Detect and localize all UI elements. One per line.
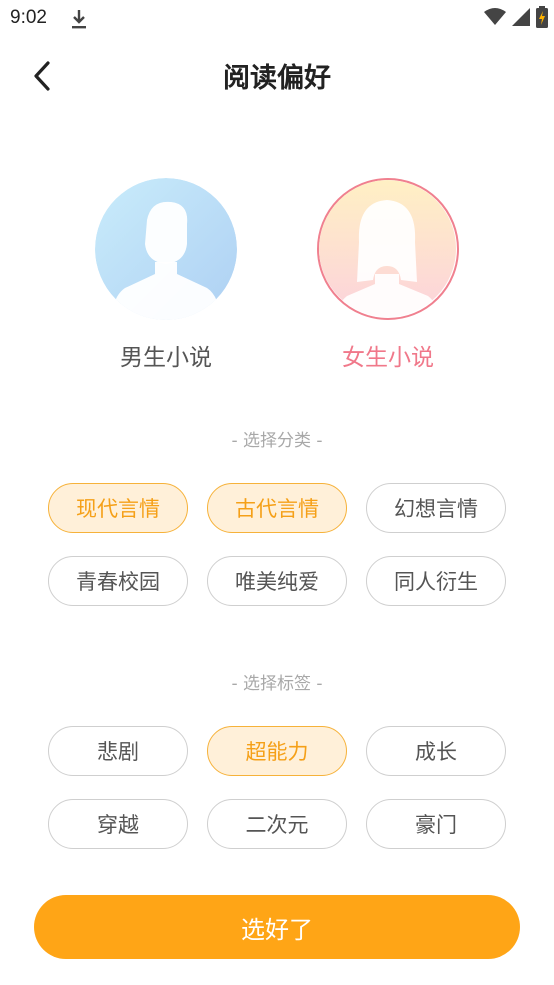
header: 阅读偏好 bbox=[0, 44, 554, 108]
page-title: 阅读偏好 bbox=[223, 63, 331, 94]
category-chip[interactable]: 幻想言情 bbox=[366, 483, 506, 533]
female-silhouette-icon bbox=[319, 180, 456, 317]
category-chip[interactable]: 现代言情 bbox=[48, 483, 188, 533]
download-icon bbox=[70, 8, 88, 30]
battery-icon bbox=[536, 6, 548, 32]
tag-chip[interactable]: 超能力 bbox=[207, 726, 347, 776]
submit-button[interactable]: 选好了 bbox=[34, 895, 520, 959]
tag-chip[interactable]: 豪门 bbox=[366, 799, 506, 849]
category-section-title: - 选择分类 - bbox=[231, 431, 323, 451]
wifi-icon bbox=[484, 8, 506, 30]
tag-chip[interactable]: 二次元 bbox=[207, 799, 347, 849]
tag-chip-group: 悲剧 超能力 成长 穿越 二次元 豪门 bbox=[48, 726, 508, 849]
tag-chip[interactable]: 穿越 bbox=[48, 799, 188, 849]
category-chip[interactable]: 同人衍生 bbox=[366, 556, 506, 606]
status-bar: 9:02 bbox=[0, 0, 554, 36]
gender-option-male[interactable]: 男生小说 bbox=[94, 178, 238, 372]
female-label: 女生小说 bbox=[342, 345, 434, 371]
tag-section-title: - 选择标签 - bbox=[231, 674, 323, 694]
tag-chip[interactable]: 悲剧 bbox=[48, 726, 188, 776]
category-chip[interactable]: 唯美纯爱 bbox=[207, 556, 347, 606]
category-chip-group: 现代言情 古代言情 幻想言情 青春校园 唯美纯爱 同人衍生 bbox=[48, 483, 508, 606]
status-time: 9:02 bbox=[10, 7, 47, 28]
male-label: 男生小说 bbox=[120, 345, 212, 371]
signal-icon bbox=[512, 8, 530, 30]
category-chip[interactable]: 青春校园 bbox=[48, 556, 188, 606]
tag-chip[interactable]: 成长 bbox=[366, 726, 506, 776]
gender-option-female[interactable]: 女生小说 bbox=[316, 178, 460, 372]
category-chip[interactable]: 古代言情 bbox=[207, 483, 347, 533]
male-avatar bbox=[95, 178, 237, 320]
male-silhouette-icon bbox=[95, 178, 237, 320]
female-avatar bbox=[317, 178, 459, 320]
